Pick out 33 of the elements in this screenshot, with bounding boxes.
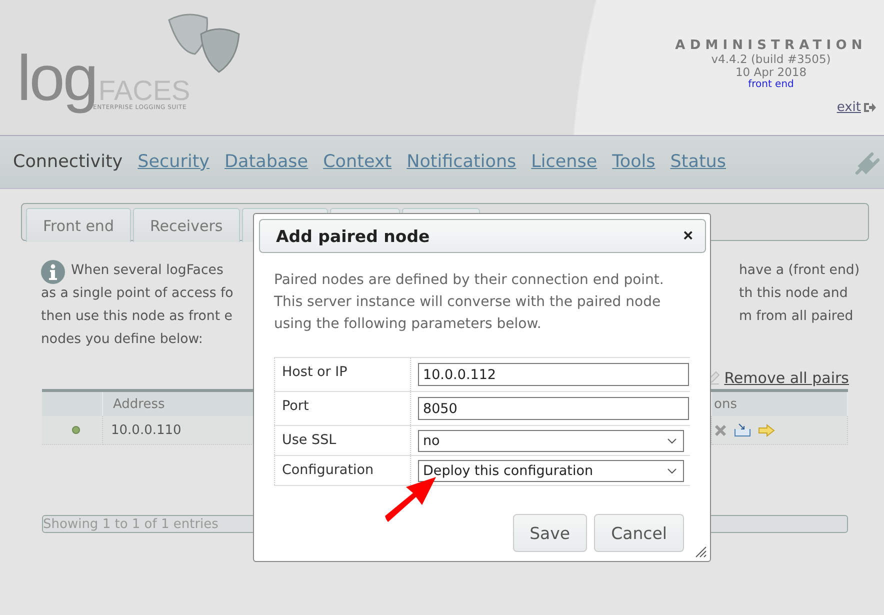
date-text: 10 Apr 2018 bbox=[735, 66, 807, 79]
dropdown[interactable]: no bbox=[418, 430, 684, 452]
dialog-title: Add paired node bbox=[276, 226, 430, 246]
chevron-icon bbox=[667, 438, 677, 444]
input-field[interactable]: 8050 bbox=[418, 397, 689, 420]
intro-text: When several logFaces bbox=[71, 262, 224, 280]
field-label: Host or IP bbox=[274, 358, 411, 391]
exit-link[interactable]: exit bbox=[836, 100, 876, 115]
intro-text: have a (front end) th this node and m from all paired bbox=[739, 262, 861, 326]
dialog-description: Paired nodes are defined by their connection end point. This server instance will converse with the paired node using the following parameters below. bbox=[274, 271, 665, 334]
exit-icon bbox=[863, 102, 876, 113]
field-label: Port bbox=[274, 392, 411, 425]
dropdown[interactable]: Deploy this configuration bbox=[418, 460, 684, 482]
dialog-button[interactable]: Save bbox=[512, 514, 588, 552]
remove-all-link[interactable]: Remove all pairs bbox=[724, 369, 849, 387]
field-label: Configuration bbox=[274, 456, 411, 485]
input-field[interactable]: 10.0.0.112 bbox=[418, 363, 689, 386]
resize-grip-icon[interactable] bbox=[695, 546, 707, 558]
entries-count: Showing 1 to 1 of 1 entries bbox=[43, 517, 218, 532]
tray-icon[interactable] bbox=[734, 423, 751, 437]
version-text: v4.4.2 (build #3505) bbox=[711, 53, 831, 66]
info-icon bbox=[41, 260, 65, 284]
tab[interactable]: Front end bbox=[26, 208, 131, 242]
intro-text: as a single point of access fo then use this node as front e nodes you define below: bbox=[41, 285, 234, 349]
close-button[interactable]: × bbox=[683, 226, 693, 246]
chevron-icon bbox=[667, 468, 677, 474]
field-label: Use SSL bbox=[274, 426, 411, 455]
node-link[interactable]: front end bbox=[748, 79, 794, 90]
page-title: ADMINISTRATION bbox=[675, 38, 867, 53]
nav-item[interactable]: Connectivity bbox=[13, 152, 123, 172]
tab[interactable]: Receivers bbox=[132, 208, 240, 242]
dialog-button[interactable]: Cancel bbox=[594, 514, 684, 552]
table-header: ons bbox=[712, 392, 848, 416]
